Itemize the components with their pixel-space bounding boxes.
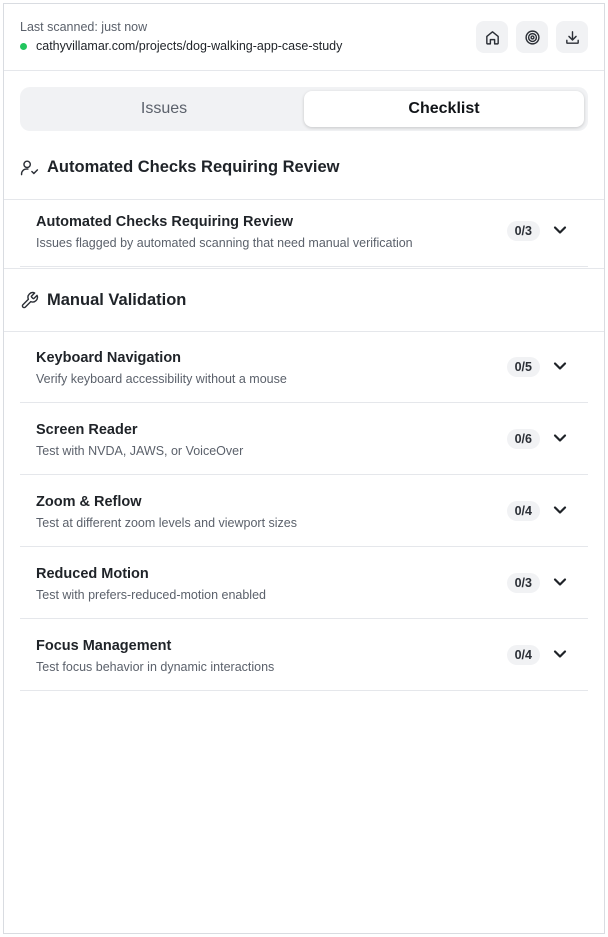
checklist-item[interactable]: Reduced Motion Test with prefers-reduced… (20, 547, 588, 619)
item-description: Test with NVDA, JAWS, or VoiceOver (36, 444, 244, 458)
progress-badge: 0/5 (506, 357, 540, 377)
item-title: Zoom & Reflow (36, 494, 142, 510)
expand-button[interactable] (552, 358, 568, 374)
expand-button[interactable] (552, 646, 568, 662)
progress-badge: 0/6 (506, 429, 540, 449)
item-description: Test focus behavior in dynamic interacti… (36, 660, 275, 674)
item-description: Issues flagged by automated scanning tha… (36, 236, 413, 250)
item-description: Test with prefers-reduced-motion enabled (36, 588, 266, 602)
scan-header: Last scanned: just now cathyvillamar.com… (4, 4, 604, 71)
tab-checklist[interactable]: Checklist (304, 91, 584, 127)
chevron-down-icon (553, 226, 567, 234)
home-button[interactable] (476, 21, 508, 53)
item-title: Focus Management (36, 638, 172, 654)
scanned-url: cathyvillamar.com/projects/dog-walking-a… (36, 39, 343, 53)
chevron-down-icon (553, 434, 567, 442)
item-title: Automated Checks Requiring Review (36, 214, 294, 230)
item-description: Test at different zoom levels and viewpo… (36, 516, 298, 530)
scan-status: Last scanned: just now (20, 20, 148, 34)
chevron-down-icon (553, 506, 567, 514)
section-automated-header: Automated Checks Requiring Review (4, 136, 604, 200)
section-title: Manual Validation (47, 290, 187, 309)
checklist-item[interactable]: Automated Checks Requiring Review Issues… (20, 195, 588, 267)
home-icon (485, 30, 499, 45)
expand-button[interactable] (552, 502, 568, 518)
status-dot-icon (20, 42, 27, 50)
view-tabs: Issues Checklist (20, 87, 588, 131)
item-title: Keyboard Navigation (36, 350, 182, 366)
download-icon (565, 30, 579, 44)
wrench-icon (21, 291, 39, 308)
progress-badge: 0/4 (506, 501, 540, 521)
section-manual-header: Manual Validation (4, 268, 604, 332)
chevron-down-icon (553, 650, 567, 658)
expand-button[interactable] (552, 430, 568, 446)
checklist-item[interactable]: Screen Reader Test with NVDA, JAWS, or V… (20, 403, 588, 475)
item-description: Verify keyboard accessibility without a … (36, 372, 287, 386)
progress-badge: 0/3 (506, 221, 540, 241)
tab-issues[interactable]: Issues (24, 91, 304, 127)
target-button[interactable] (516, 21, 548, 53)
checklist-item[interactable]: Keyboard Navigation Verify keyboard acce… (20, 331, 588, 403)
checklist-item[interactable]: Focus Management Test focus behavior in … (20, 619, 588, 691)
checklist-item[interactable]: Zoom & Reflow Test at different zoom lev… (20, 475, 588, 547)
download-button[interactable] (556, 21, 588, 53)
expand-button[interactable] (552, 574, 568, 590)
progress-badge: 0/4 (506, 645, 540, 665)
target-icon (524, 29, 540, 45)
chevron-down-icon (553, 578, 567, 586)
item-title: Reduced Motion (36, 566, 149, 582)
item-title: Screen Reader (36, 422, 138, 438)
section-title: Automated Checks Requiring Review (47, 158, 340, 176)
chevron-down-icon (553, 362, 567, 370)
checklist-panel: Last scanned: just now cathyvillamar.com… (3, 3, 605, 934)
progress-badge: 0/3 (506, 573, 540, 593)
user-check-icon (20, 160, 39, 176)
url-row: cathyvillamar.com/projects/dog-walking-a… (20, 39, 342, 53)
expand-button[interactable] (552, 222, 568, 238)
